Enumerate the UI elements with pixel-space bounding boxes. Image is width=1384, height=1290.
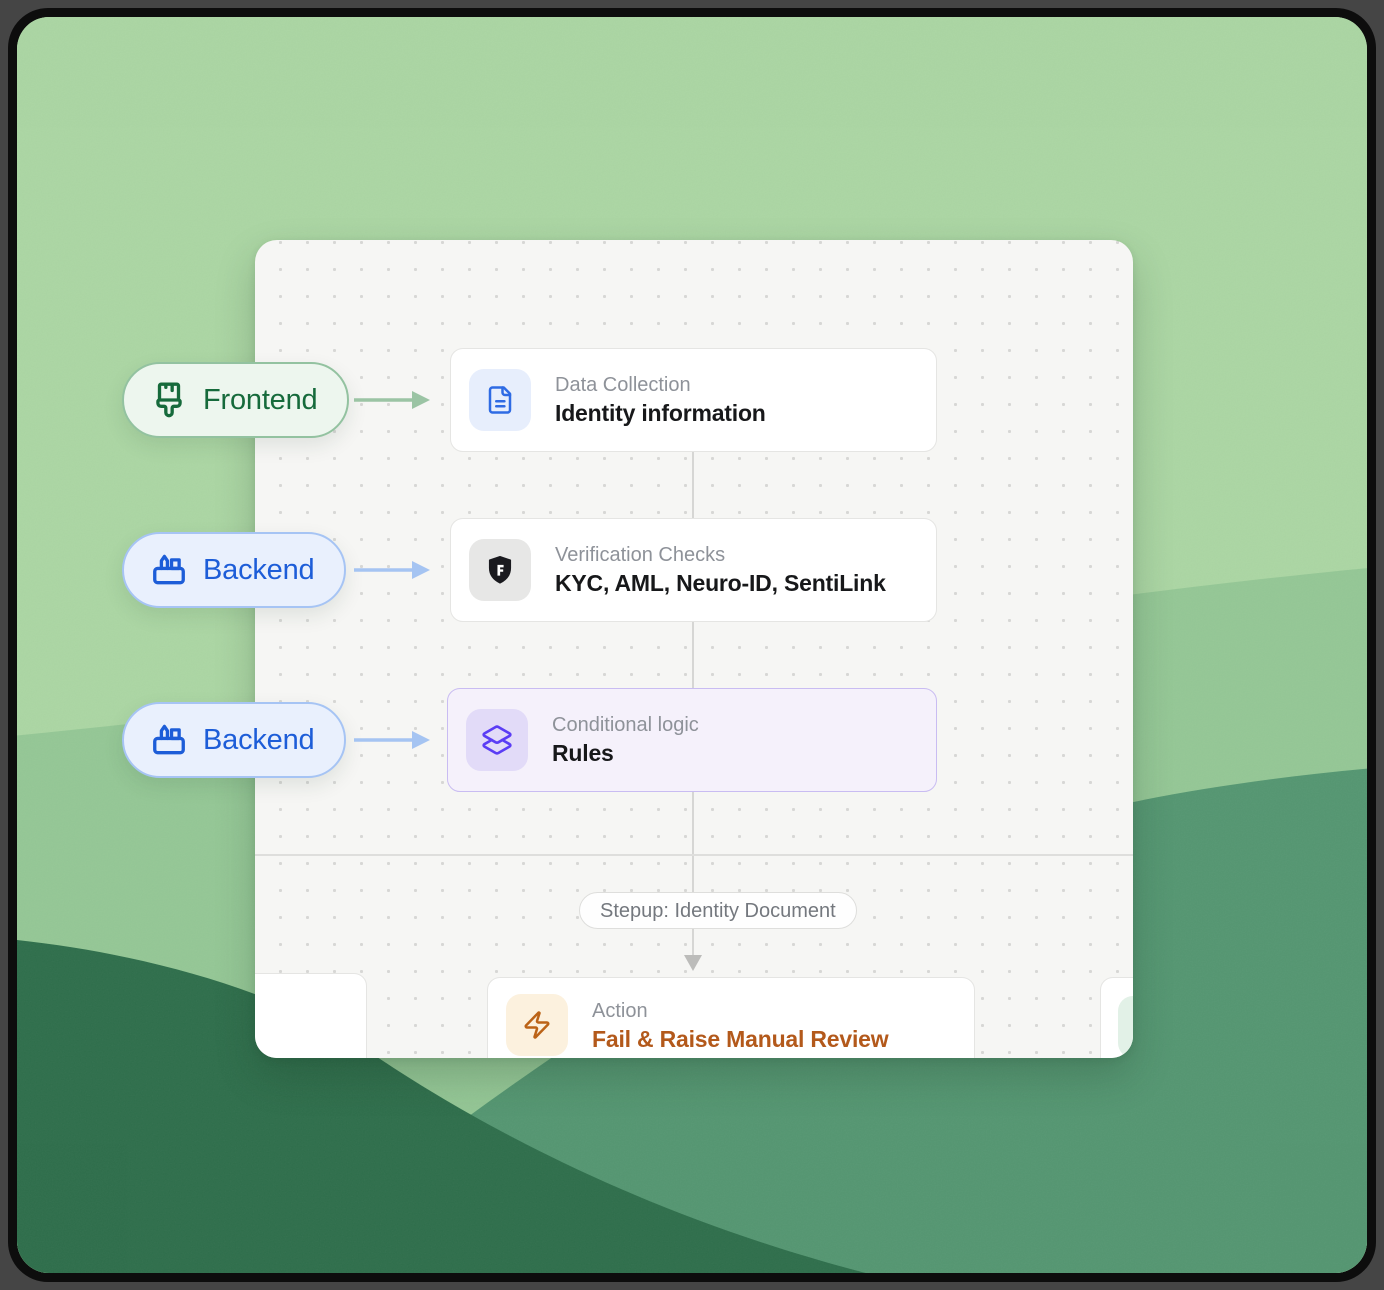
arrow-frontend-icon [354,388,432,412]
node-subtitle: Rules [552,741,699,766]
partial-node-icon [1118,996,1133,1058]
toolbox-icon [150,551,188,589]
node-conditional-logic[interactable]: Conditional logic Rules [447,688,937,792]
pill-label: Backend [203,554,314,587]
pill-label: Frontend [203,384,317,417]
connector-line [692,622,694,688]
connector-line [692,452,694,518]
node-title: Conditional logic [552,714,699,736]
toolbox-icon [150,721,188,759]
node-action[interactable]: Action Fail & Raise Manual Review [487,977,975,1058]
node-data-collection[interactable]: Data Collection Identity information [450,348,937,452]
pill-frontend[interactable]: Frontend [122,362,349,438]
node-verification-checks[interactable]: Verification Checks KYC, AML, Neuro-ID, … [450,518,937,622]
node-partial-right[interactable] [1100,977,1133,1058]
node-title: Verification Checks [555,544,886,566]
node-title: Action [592,1000,888,1022]
connector-arrowhead-down-icon [683,953,703,973]
arrow-backend-2-icon [354,728,432,752]
node-partial-left[interactable] [255,973,367,1058]
pill-backend-1[interactable]: Backend [122,532,346,608]
file-text-icon [469,369,531,431]
node-subtitle: Fail & Raise Manual Review [592,1027,888,1052]
node-title: Data Collection [555,374,766,396]
zap-icon [506,994,568,1056]
edge-label-stepup[interactable]: Stepup: Identity Document [579,892,857,929]
connector-line [692,792,694,955]
flow-canvas[interactable]: Data Collection Identity information Ver… [255,240,1133,1058]
pill-label: Backend [203,724,314,757]
arrow-backend-1-icon [354,558,432,582]
node-subtitle: Identity information [555,401,766,426]
paintbrush-icon [150,381,188,419]
shield-f-icon [469,539,531,601]
canvas-divider-line [255,854,1133,856]
node-subtitle: KYC, AML, Neuro-ID, SentiLink [555,571,886,596]
layers-icon [466,709,528,771]
pill-backend-2[interactable]: Backend [122,702,346,778]
